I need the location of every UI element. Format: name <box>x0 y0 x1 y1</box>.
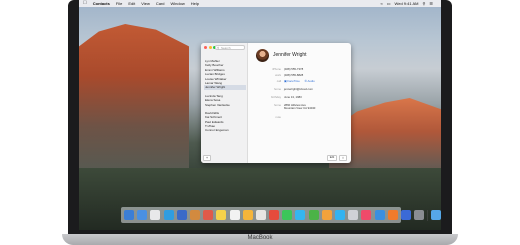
dock-app-icon[interactable] <box>361 210 372 220</box>
menu-clock[interactable]: Wed 9:41 AM <box>395 0 419 7</box>
field-row: home jennwright@icloud.com <box>248 87 351 92</box>
field-row: birthday June 13, 1983 <box>248 95 351 100</box>
macbook-label: MacBook <box>247 235 273 241</box>
contacts-window: ⚲ Search Lyn Mahler Kelly Boucher Emmi W… <box>201 43 351 163</box>
list-item[interactable]: Connor Engeman <box>204 128 246 132</box>
spotlight-icon[interactable]: ⚲ <box>422 0 425 7</box>
dock-app-icon[interactable] <box>229 210 240 220</box>
contact-name: Jennifer Wright <box>273 52 307 58</box>
dock-app-icon[interactable] <box>163 210 174 220</box>
wifi-icon[interactable]: ≈ <box>381 0 383 7</box>
menu-file[interactable]: File <box>116 0 122 7</box>
dock-app-icon[interactable] <box>308 210 319 220</box>
dock-app-icon[interactable] <box>216 210 227 220</box>
edit-button[interactable]: Edit <box>327 155 337 161</box>
dock-app-icon[interactable] <box>400 210 411 220</box>
facetime-audio-button[interactable]: ✆ Audio <box>305 79 315 84</box>
apple-menu-icon[interactable]:  <box>83 0 87 7</box>
field-label: home <box>274 87 281 91</box>
search-icon: ⚲ <box>217 46 220 50</box>
dock-app-icon[interactable] <box>124 210 134 220</box>
menu-status-area: ≈ ▭ Wed 9:41 AM ⚲ ☰ <box>381 0 437 7</box>
facetime-label: FaceTime <box>287 79 300 83</box>
notification-center-icon[interactable]: ☰ <box>429 0 433 7</box>
contact-card: Jennifer Wright iPhone (408) 555-7378 wo… <box>248 43 351 163</box>
field-value[interactable]: (408) 555-8828 <box>284 73 303 78</box>
dock-app-icon[interactable] <box>255 210 266 220</box>
address-value[interactable]: 2860 Hillview Ave Mountain View CA 94040 <box>284 103 316 111</box>
battery-icon[interactable]: ▭ <box>387 0 391 7</box>
macbook-base: MacBook <box>62 234 458 245</box>
menu-window[interactable]: Window <box>171 0 185 7</box>
field-label: birthday <box>271 95 281 99</box>
field-row: note <box>248 115 351 120</box>
field-label: work <box>275 73 281 77</box>
search-placeholder: Search <box>221 46 231 50</box>
dock-app-icon[interactable] <box>335 210 345 220</box>
desktop-screen:  Contacts File Edit View Card Window He… <box>79 0 441 230</box>
dock-app-icon[interactable] <box>137 210 148 220</box>
dock-app-icon[interactable] <box>295 210 306 220</box>
contact-list: Lyn Mahler Kelly Boucher Emmi Williams L… <box>204 55 246 133</box>
dock-app-icon[interactable] <box>203 210 214 220</box>
contacts-sidebar: ⚲ Search Lyn Mahler Kelly Boucher Emmi W… <box>201 43 248 163</box>
share-icon[interactable]: ⇧ <box>339 155 347 161</box>
facetime-row: ▣ FaceTime ✆ Audio <box>284 79 319 84</box>
note-label: note <box>275 115 281 119</box>
dock-app-icon[interactable] <box>269 210 280 220</box>
dock-app-icon[interactable] <box>282 210 293 220</box>
close-button[interactable] <box>204 46 207 49</box>
dock-app-icon[interactable] <box>387 210 398 220</box>
dock-separator <box>427 209 428 221</box>
menu-view[interactable]: View <box>141 0 150 7</box>
dock-app-icon[interactable] <box>189 210 200 220</box>
dock-app-icon[interactable] <box>374 210 385 220</box>
field-value[interactable]: (408) 555-7378 <box>284 67 303 72</box>
field-label: call <box>276 79 281 83</box>
menu-bar:  Contacts File Edit View Card Window He… <box>79 0 441 7</box>
search-input[interactable]: ⚲ Search <box>215 45 245 50</box>
dock-app-icon[interactable] <box>321 210 332 220</box>
field-row: call ▣ FaceTime ✆ Audio <box>248 79 351 84</box>
address-label: home <box>274 103 281 107</box>
minimize-button[interactable] <box>208 46 212 49</box>
dock-app-icon[interactable] <box>176 210 187 220</box>
macbook-bezel:  Contacts File Edit View Card Window He… <box>68 0 452 238</box>
audio-label: Audio <box>307 79 315 83</box>
field-label: iPhone <box>272 67 281 71</box>
menu-help[interactable]: Help <box>191 0 199 7</box>
downloads-folder-icon[interactable] <box>430 210 441 220</box>
avatar <box>256 49 269 62</box>
menu-card[interactable]: Card <box>156 0 165 7</box>
dock-app-icon[interactable] <box>242 210 253 220</box>
add-contact-button[interactable]: + <box>203 155 211 161</box>
dock <box>121 207 441 223</box>
dock-app-icon[interactable] <box>150 210 161 220</box>
dock-app-icon[interactable] <box>414 210 425 220</box>
menu-app-name[interactable]: Contacts <box>93 0 110 7</box>
dock-app-icon[interactable] <box>348 210 359 220</box>
field-value[interactable]: June 13, 1983 <box>284 95 302 100</box>
field-row: work (408) 555-8828 <box>248 73 351 78</box>
menu-edit[interactable]: Edit <box>128 0 135 7</box>
field-row: iPhone (408) 555-7378 <box>248 67 351 72</box>
address-line: Mountain View CA 94040 <box>284 106 316 111</box>
facetime-video-button[interactable]: ▣ FaceTime <box>284 79 300 84</box>
field-value[interactable]: jennwright@icloud.com <box>284 87 313 92</box>
